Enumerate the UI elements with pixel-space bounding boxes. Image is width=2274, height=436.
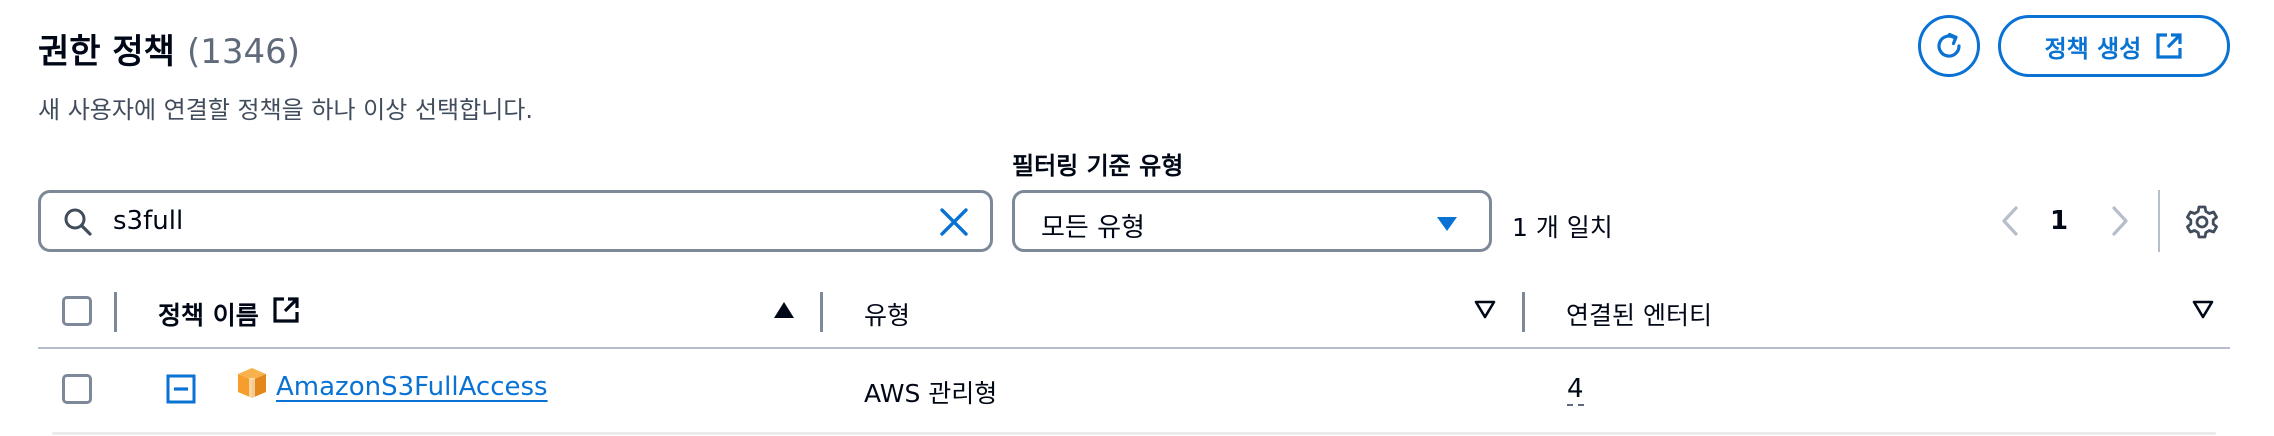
policy-type-cell: AWS 관리형 [864,379,998,408]
policy-name-link[interactable]: AmazonS3FullAccess [276,372,548,402]
sort-descending-icon[interactable] [2192,300,2214,320]
chevron-left-icon[interactable] [1998,204,2022,238]
settings-icon[interactable] [2184,204,2220,240]
column-separator [114,292,117,332]
refresh-button[interactable] [1918,15,1980,77]
permissions-policies-panel: 권한 정책 (1346) 새 사용자에 연결할 정책을 하나 이상 선택합니다.… [0,0,2274,436]
current-page[interactable]: 1 [2050,206,2068,236]
type-filter-select[interactable]: 모든 유형 [1012,190,1492,252]
policy-count: (1346) [186,32,301,72]
pagination-divider [2158,190,2160,252]
row-divider [52,432,2216,435]
search-input[interactable] [113,203,893,239]
column-header-type[interactable]: 유형 [864,296,910,332]
caret-down-icon [1437,217,1457,231]
match-count: 1 개 일치 [1512,213,1613,242]
column-separator[interactable] [820,292,823,332]
aws-policy-icon [238,368,266,398]
attached-entities-count[interactable]: 4 [1567,374,1584,406]
page-title: 권한 정책 [38,32,175,72]
create-policy-button[interactable]: 정책 생성 [1998,15,2230,77]
select-all-checkbox[interactable] [62,296,92,326]
filter-type-label: 필터링 기준 유형 [1012,152,1184,180]
refresh-icon [1937,32,1961,58]
sort-descending-icon[interactable] [1474,300,1496,320]
table-header-divider [38,347,2230,349]
external-link-icon [2156,33,2182,59]
search-field[interactable] [38,190,993,252]
column-separator[interactable] [1522,292,1525,332]
column-header-policy-name[interactable]: 정책 이름 [158,296,259,332]
type-filter-value: 모든 유형 [1041,213,1145,243]
expand-icon[interactable] [166,374,196,404]
column-header-attached-entities[interactable]: 연결된 엔터티 [1566,296,1712,332]
sort-ascending-icon[interactable] [772,300,796,320]
clear-icon[interactable] [937,205,971,239]
create-policy-label: 정책 생성 [2044,34,2142,63]
row-checkbox[interactable] [62,374,92,404]
chevron-right-icon[interactable] [2108,204,2132,238]
external-link-icon [273,297,299,323]
panel-header: 권한 정책 (1346) [38,24,300,73]
panel-description: 새 사용자에 연결할 정책을 하나 이상 선택합니다. [38,96,534,124]
search-icon [64,208,92,236]
